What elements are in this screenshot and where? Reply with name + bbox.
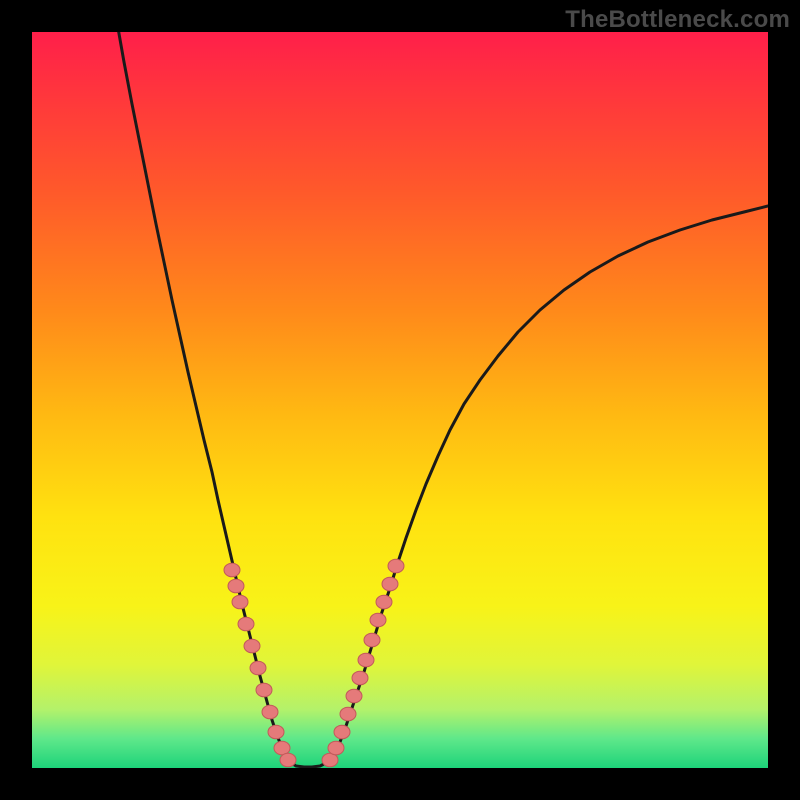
curve-bead [346, 689, 362, 703]
curve-bead [370, 613, 386, 627]
curve-bead [256, 683, 272, 697]
curve-bead [340, 707, 356, 721]
curve-beads-left [224, 563, 296, 767]
curve-bead [268, 725, 284, 739]
chart-svg [32, 32, 768, 768]
curve-bead [382, 577, 398, 591]
curve-bead [364, 633, 380, 647]
curve-bead [358, 653, 374, 667]
curve-bead [238, 617, 254, 631]
curve-bead [388, 559, 404, 573]
attribution-label: TheBottleneck.com [565, 6, 790, 34]
curve-bead [280, 753, 296, 767]
curve-bead [244, 639, 260, 653]
curve-bead [328, 741, 344, 755]
curve-bead [334, 725, 350, 739]
curve-beads-right [322, 559, 404, 767]
curve-bead [352, 671, 368, 685]
curve-bead [376, 595, 392, 609]
bottleneck-curve [118, 32, 768, 767]
curve-bead [232, 595, 248, 609]
curve-bead [228, 579, 244, 593]
chart-frame: TheBottleneck.com [0, 0, 800, 800]
curve-bead [224, 563, 240, 577]
curve-bead [262, 705, 278, 719]
chart-plot-area [32, 32, 768, 768]
curve-bead [250, 661, 266, 675]
